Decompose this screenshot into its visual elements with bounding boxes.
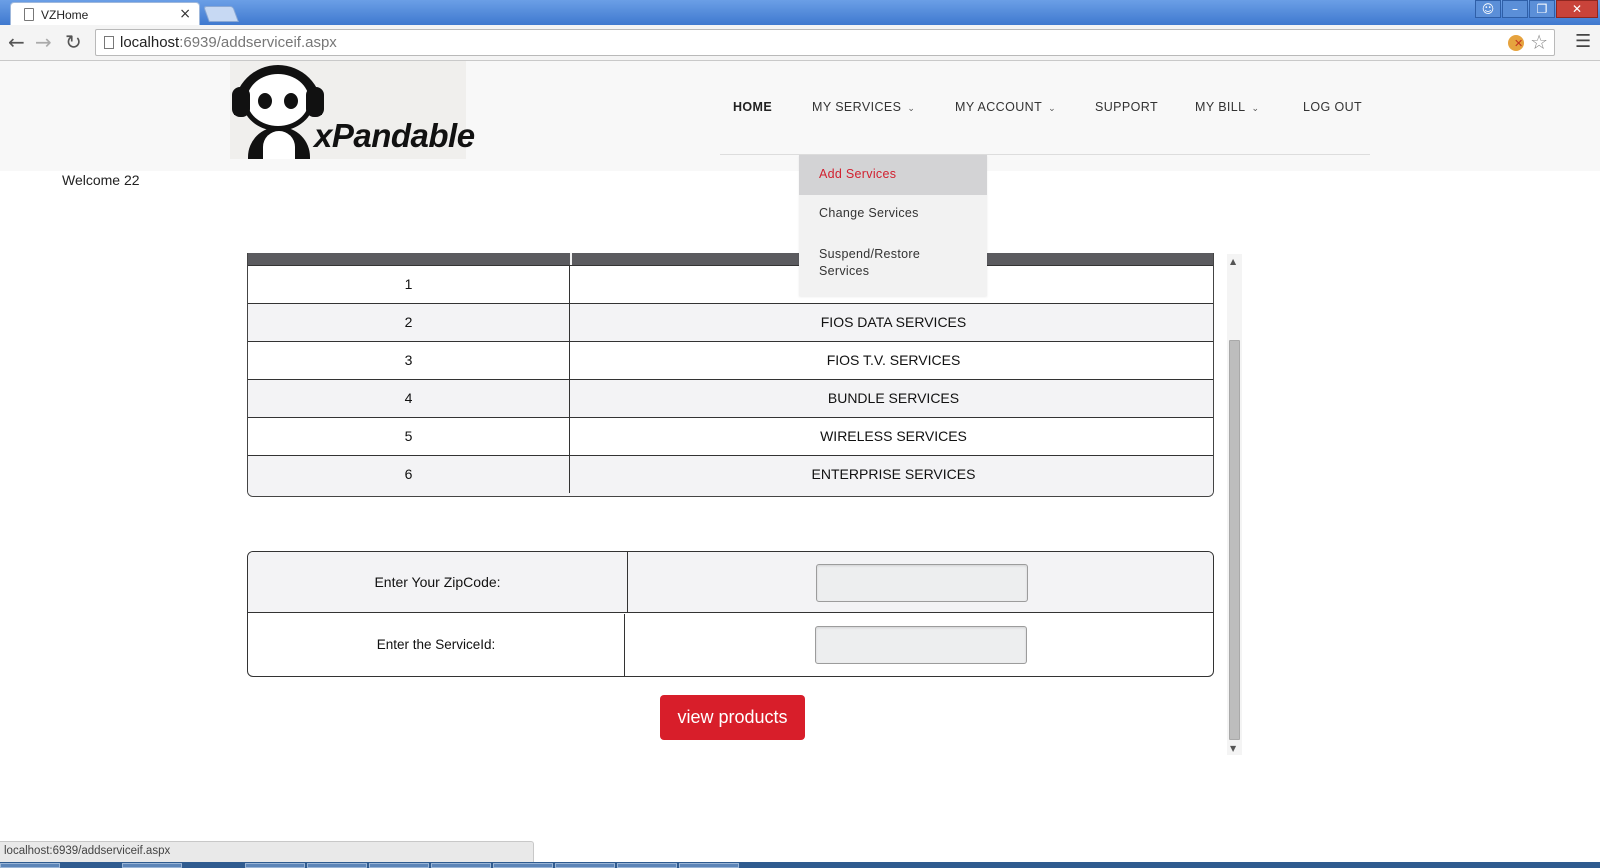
taskbar-app-button[interactable] (369, 863, 429, 868)
service-id-cell: 2 (248, 304, 570, 341)
table-header (248, 253, 1213, 265)
hamburger-menu-icon[interactable]: ☰ (1575, 31, 1591, 52)
reload-icon[interactable]: ↻ (65, 30, 82, 54)
table-row[interactable]: 1 (248, 265, 1213, 303)
nav-my-bill-label: MY BILL (1195, 100, 1246, 114)
table-row[interactable]: 5 WIRELESS SERVICES (248, 417, 1213, 455)
service-id-cell: 5 (248, 418, 570, 455)
taskbar-app-button[interactable] (679, 863, 739, 868)
service-name-cell: WIRELESS SERVICES (820, 428, 967, 444)
table-row[interactable]: 2 FIOS DATA SERVICES (248, 303, 1213, 341)
service-name-cell: FIOS DATA SERVICES (820, 314, 967, 330)
service-name-cell: ENTERPRISE SERVICES (811, 466, 976, 482)
nav-my-services[interactable]: MY SERVICES ⌄ (812, 100, 915, 114)
url-path: :6939/addserviceif.aspx (179, 34, 337, 51)
site-logo[interactable]: xPandable (230, 61, 475, 159)
logo-text: xPandable (314, 117, 475, 154)
service-lookup-form: Enter Your ZipCode: Enter the ServiceId: (247, 551, 1214, 677)
url-text[interactable]: localhost:6939/addserviceif.aspx (120, 34, 337, 51)
scroll-down-arrow-icon[interactable]: ▼ (1230, 744, 1236, 753)
service-id-cell: 3 (248, 342, 570, 379)
chevron-down-icon: ⌄ (907, 104, 916, 114)
view-products-button[interactable]: view products (660, 695, 805, 740)
star-icon[interactable]: ☆ (1530, 30, 1548, 54)
menu-item-change-services[interactable]: Change Services (799, 205, 987, 222)
blocked-cookie-icon[interactable] (1508, 35, 1524, 51)
main-nav: HOME MY SERVICES ⌄ MY ACCOUNT ⌄ SUPPORT MY… (720, 61, 1370, 155)
taskbar-start-button[interactable] (0, 863, 60, 868)
form-row-zipcode: Enter Your ZipCode: (248, 552, 1213, 613)
serviceid-input[interactable] (815, 626, 1027, 664)
service-id-cell: 6 (248, 456, 570, 493)
nav-support[interactable]: SUPPORT (1095, 100, 1158, 114)
status-url: localhost:6939/addserviceif.aspx (4, 845, 171, 857)
welcome-text: Welcome 22 (62, 172, 140, 188)
status-bar: localhost:6939/addserviceif.aspx (0, 841, 534, 862)
service-name-cell: BUNDLE SERVICES (827, 390, 960, 406)
panda-eye-right (284, 93, 298, 109)
services-dropdown: Add Services Change Services Suspend/Res… (799, 155, 987, 296)
table-row[interactable]: 4 BUNDLE SERVICES (248, 379, 1213, 417)
user-icon[interactable]: ☺ (1475, 0, 1501, 18)
nav-home[interactable]: HOME (733, 100, 772, 114)
taskbar-app-button[interactable] (307, 863, 367, 868)
zipcode-input[interactable] (816, 564, 1028, 602)
nav-log-out[interactable]: LOG OUT (1303, 100, 1362, 114)
tab-title: VZHome (41, 8, 89, 22)
service-name-cell: FIOS T.V. SERVICES (826, 352, 961, 368)
form-row-serviceid: Enter the ServiceId: (248, 614, 1213, 676)
taskbar-app-button[interactable] (122, 863, 182, 868)
close-window-button[interactable]: ✕ (1556, 0, 1598, 18)
new-tab-button[interactable] (203, 6, 239, 22)
menu-item-suspend-restore-services[interactable]: Suspend/Restore Services (799, 246, 949, 280)
headphone-right (306, 87, 324, 117)
scrollbar-thumb[interactable] (1229, 340, 1240, 740)
service-id-cell: 4 (248, 380, 570, 417)
os-taskbar (0, 862, 1600, 868)
header-divider (570, 253, 572, 265)
nav-my-services-label: MY SERVICES (812, 100, 902, 114)
taskbar-app-button[interactable] (245, 863, 305, 868)
address-bar[interactable]: localhost:6939/addserviceif.aspx ☆ (95, 29, 1555, 56)
nav-my-account-label: MY ACCOUNT (955, 100, 1043, 114)
panda-head (242, 69, 314, 131)
panda-eye-left (258, 93, 272, 109)
arrow-right-icon[interactable]: → (35, 30, 52, 54)
restore-button[interactable]: ❐ (1529, 0, 1555, 18)
table-row[interactable]: 6 ENTERPRISE SERVICES (248, 455, 1213, 496)
browser-tab[interactable]: VZHome × (10, 2, 200, 25)
serviceid-label: Enter the ServiceId: (248, 614, 625, 676)
browser-toolbar: ← → ↻ localhost:6939/addserviceif.aspx ☆… (0, 25, 1600, 61)
services-table: 1 2 FIOS DATA SERVICES 3 FIOS T.V. SERVI… (247, 253, 1214, 497)
page-icon (104, 36, 114, 49)
service-id-cell: 1 (248, 266, 570, 303)
taskbar-app-button[interactable] (431, 863, 491, 868)
scrollbar[interactable]: ▲ ▼ (1227, 254, 1242, 755)
minimize-button[interactable]: – (1502, 0, 1528, 18)
panda-belly (263, 131, 295, 159)
page-icon (24, 8, 34, 21)
arrow-left-icon[interactable]: ← (8, 30, 25, 54)
chevron-down-icon: ⌄ (1048, 104, 1057, 114)
taskbar-app-button[interactable] (555, 863, 615, 868)
taskbar-app-button[interactable] (493, 863, 553, 868)
zipcode-label: Enter Your ZipCode: (248, 552, 628, 613)
menu-item-add-services[interactable]: Add Services (799, 155, 987, 195)
nav-my-account[interactable]: MY ACCOUNT ⌄ (955, 100, 1056, 114)
headphone-left (232, 87, 250, 117)
browser-titlebar: VZHome × ☺ – ❐ ✕ (0, 0, 1600, 25)
table-row[interactable]: 3 FIOS T.V. SERVICES (248, 341, 1213, 379)
taskbar-app-button[interactable] (617, 863, 677, 868)
url-host: localhost (120, 34, 180, 51)
nav-my-bill[interactable]: MY BILL ⌄ (1195, 100, 1259, 114)
chevron-down-icon: ⌄ (1251, 104, 1260, 114)
tab-close-icon[interactable]: × (179, 6, 191, 22)
scroll-up-arrow-icon[interactable]: ▲ (1230, 257, 1236, 266)
